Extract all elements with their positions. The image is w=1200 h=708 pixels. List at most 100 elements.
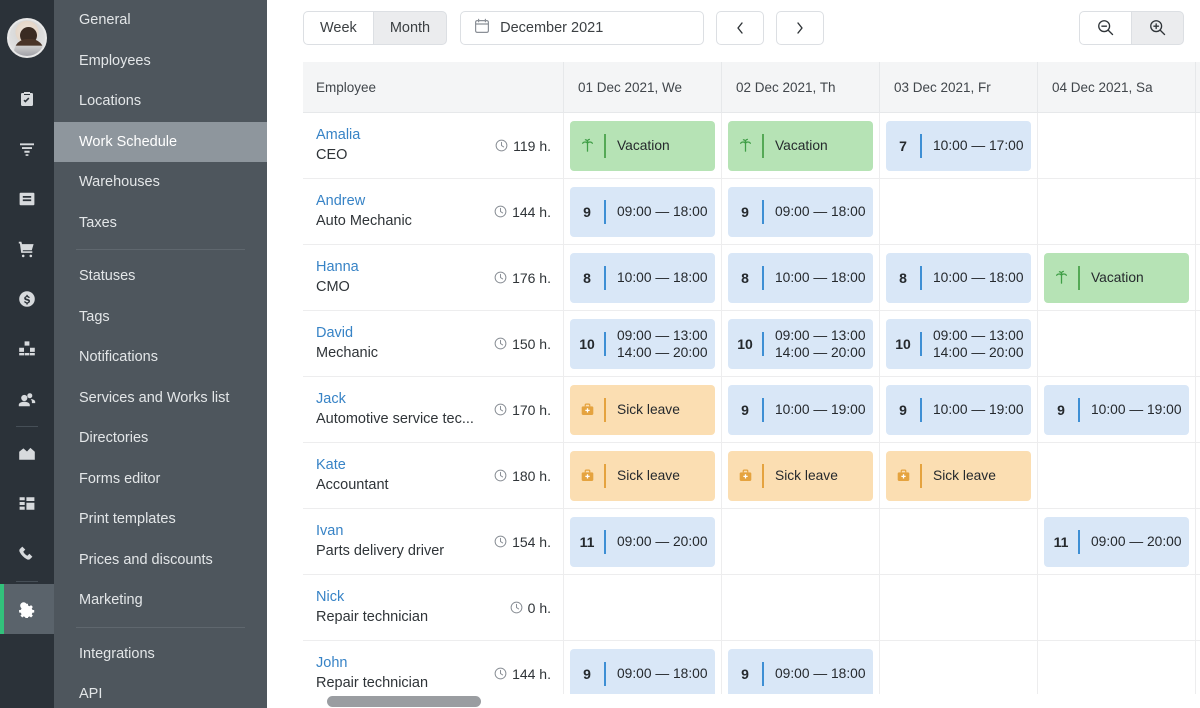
shift-chip[interactable]: 11 09:00 — 20:00 (570, 516, 715, 567)
menu-item-general[interactable]: General (54, 0, 267, 41)
rail-gear-button[interactable] (0, 584, 54, 634)
shift-chip[interactable]: 9 10:00 — 19:00 (728, 384, 873, 435)
menu-item-employees[interactable]: Employees (54, 41, 267, 82)
schedule-cell[interactable] (1038, 113, 1196, 178)
schedule-cell[interactable]: 7 10:00 — 17:00 (880, 113, 1038, 178)
rail-boxes-button[interactable] (0, 324, 54, 374)
vacation-chip[interactable]: Vacation (570, 120, 715, 171)
sick-leave-chip[interactable]: Sick leave (570, 450, 715, 501)
shift-chip[interactable]: 9 09:00 — 18:00 (570, 186, 715, 237)
schedule-cell[interactable]: 11 09:00 — 20:00 (564, 509, 722, 574)
menu-item-directories[interactable]: Directories (54, 418, 267, 459)
zoom-in-button[interactable] (1131, 10, 1184, 45)
schedule-cell[interactable]: 9 10:00 — 19:00 (880, 377, 1038, 442)
vacation-chip[interactable]: Vacation (1044, 252, 1189, 303)
horizontal-scrollbar-thumb[interactable] (327, 696, 481, 707)
employee-name-link[interactable]: David (316, 323, 494, 343)
vacation-chip[interactable]: Vacation (728, 120, 873, 171)
menu-item-print-templates[interactable]: Print templates (54, 499, 267, 540)
shift-chip[interactable]: 9 09:00 — 18:00 (570, 648, 715, 699)
schedule-cell[interactable]: 11 09:00 — 20:00 (1038, 509, 1196, 574)
menu-scrollbar-track[interactable] (266, 0, 543, 708)
schedule-cell[interactable]: 10 09:00 — 13:00 14:00 — 20:00 (880, 311, 1038, 376)
schedule-cell[interactable]: Sick leave (564, 377, 722, 442)
column-header-day-2[interactable]: 02 Dec 2021, Th (722, 62, 880, 112)
menu-item-services-and-works-list[interactable]: Services and Works list (54, 378, 267, 419)
employee-name-link[interactable]: Ivan (316, 521, 494, 541)
rail-clipboard-check-button[interactable] (0, 74, 54, 124)
schedule-cell[interactable] (1038, 311, 1196, 376)
employee-name-link[interactable]: Kate (316, 455, 494, 475)
shift-chip[interactable]: 9 09:00 — 18:00 (728, 648, 873, 699)
menu-item-integrations[interactable]: Integrations (54, 634, 267, 675)
week-view-button[interactable]: Week (303, 10, 374, 45)
shift-chip[interactable]: 8 10:00 — 18:00 (570, 252, 715, 303)
employee-name-link[interactable]: John (316, 653, 494, 673)
shift-chip[interactable]: 9 09:00 — 18:00 (728, 186, 873, 237)
schedule-cell[interactable] (880, 575, 1038, 640)
schedule-cell[interactable]: 8 10:00 — 18:00 (880, 245, 1038, 310)
schedule-cell[interactable]: 9 10:00 — 19:00 (1038, 377, 1196, 442)
schedule-cell[interactable] (1038, 179, 1196, 244)
menu-item-taxes[interactable]: Taxes (54, 203, 267, 244)
schedule-cell[interactable] (880, 509, 1038, 574)
rail-phone-button[interactable] (0, 529, 54, 579)
shift-chip[interactable]: 8 10:00 — 18:00 (728, 252, 873, 303)
schedule-cell[interactable]: 9 09:00 — 18:00 (722, 179, 880, 244)
schedule-cell[interactable] (880, 179, 1038, 244)
column-header-day-4[interactable]: 04 Dec 2021, Sa (1038, 62, 1196, 112)
shift-chip[interactable]: 7 10:00 — 17:00 (886, 120, 1031, 171)
rail-dashboard-grid-button[interactable] (0, 479, 54, 529)
sick-leave-chip[interactable]: Sick leave (570, 384, 715, 435)
schedule-cell[interactable] (1038, 575, 1196, 640)
rail-inbox-button[interactable] (0, 174, 54, 224)
shift-chip[interactable]: 9 10:00 — 19:00 (886, 384, 1031, 435)
menu-item-api[interactable]: API (54, 674, 267, 708)
menu-item-tags[interactable]: Tags (54, 297, 267, 338)
menu-item-locations[interactable]: Locations (54, 81, 267, 122)
menu-item-work-schedule[interactable]: Work Schedule (54, 121, 267, 162)
menu-item-forms-editor[interactable]: Forms editor (54, 459, 267, 500)
schedule-cell[interactable]: 8 10:00 — 18:00 (564, 245, 722, 310)
menu-item-marketing[interactable]: Marketing (54, 580, 267, 621)
employee-name-link[interactable]: Amalia (316, 125, 495, 145)
sick-leave-chip[interactable]: Sick leave (886, 450, 1031, 501)
menu-item-warehouses[interactable]: Warehouses (54, 162, 267, 203)
column-header-day-1[interactable]: 01 Dec 2021, We (564, 62, 722, 112)
shift-chip[interactable]: 11 09:00 — 20:00 (1044, 516, 1189, 567)
schedule-cell[interactable]: 10 09:00 — 13:00 14:00 — 20:00 (564, 311, 722, 376)
month-view-button[interactable]: Month (372, 10, 448, 45)
schedule-cell[interactable] (564, 575, 722, 640)
schedule-cell[interactable]: Vacation (564, 113, 722, 178)
shift-chip[interactable]: 9 10:00 — 19:00 (1044, 384, 1189, 435)
rail-dollar-coin-button[interactable] (0, 274, 54, 324)
schedule-cell[interactable]: Vacation (1038, 245, 1196, 310)
employee-name-link[interactable]: Hanna (316, 257, 494, 277)
schedule-cell[interactable]: Vacation (722, 113, 880, 178)
employee-name-link[interactable]: Nick (316, 587, 510, 607)
menu-item-statuses[interactable]: Statuses (54, 256, 267, 297)
avatar[interactable] (7, 18, 47, 58)
shift-chip[interactable]: 10 09:00 — 13:00 14:00 — 20:00 (886, 318, 1031, 369)
schedule-cell[interactable] (722, 509, 880, 574)
shift-chip[interactable]: 10 09:00 — 13:00 14:00 — 20:00 (728, 318, 873, 369)
sick-leave-chip[interactable]: Sick leave (728, 450, 873, 501)
rail-shopping-cart-button[interactable] (0, 224, 54, 274)
schedule-cell[interactable]: Sick leave (564, 443, 722, 508)
menu-item-prices-and-discounts[interactable]: Prices and discounts (54, 540, 267, 581)
rail-funnel-filter-button[interactable] (0, 124, 54, 174)
menu-item-notifications[interactable]: Notifications (54, 337, 267, 378)
schedule-cell[interactable]: Sick leave (880, 443, 1038, 508)
employee-name-link[interactable]: Jack (316, 389, 494, 409)
schedule-cell[interactable] (1038, 443, 1196, 508)
schedule-cell[interactable]: 10 09:00 — 13:00 14:00 — 20:00 (722, 311, 880, 376)
column-header-day-3[interactable]: 03 Dec 2021, Fr (880, 62, 1038, 112)
date-picker[interactable]: December 2021 (460, 10, 705, 45)
employee-name-link[interactable]: Andrew (316, 191, 494, 211)
next-period-button[interactable] (776, 10, 825, 45)
previous-period-button[interactable] (716, 10, 765, 45)
schedule-cell[interactable]: 8 10:00 — 18:00 (722, 245, 880, 310)
schedule-cell[interactable]: 9 09:00 — 18:00 (564, 179, 722, 244)
schedule-cell[interactable]: Sick leave (722, 443, 880, 508)
schedule-cell[interactable] (722, 575, 880, 640)
